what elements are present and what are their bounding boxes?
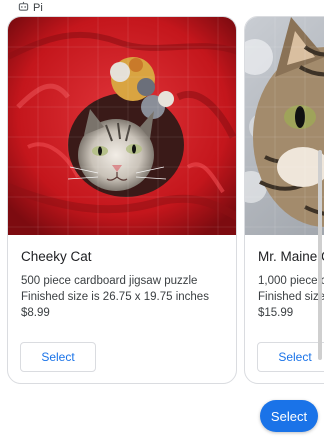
product-card-cheeky-cat[interactable]: Cheeky Cat 500 piece cardboard jigsaw pu… xyxy=(7,16,237,384)
product-description: 500 piece cardboard jigsaw puzzle xyxy=(21,275,198,287)
robot-icon xyxy=(18,1,29,15)
product-size: Finished size is 26.75 x 19.75 inches xyxy=(258,291,324,303)
bot-label: Pi xyxy=(33,2,43,14)
vertical-scrollbar[interactable] xyxy=(318,150,322,360)
product-title: Mr. Maine Coon xyxy=(258,249,324,264)
product-price: $8.99 xyxy=(21,307,50,319)
maine-coon-image xyxy=(245,17,324,235)
bot-header: Pi xyxy=(18,1,43,15)
product-price: $15.99 xyxy=(258,307,294,319)
primary-select-button[interactable]: Select xyxy=(260,400,318,432)
product-description: 1,000 piece cardboard jigsaw puzzle xyxy=(258,275,324,287)
cheeky-cat-image xyxy=(8,17,236,235)
select-mr-maine-coon-button[interactable]: Select xyxy=(257,342,324,372)
puzzle-selection-screen: Pi Cheeky Cat 500 piece cardboard jigsaw… xyxy=(0,0,324,438)
select-cheeky-cat-button[interactable]: Select xyxy=(20,342,96,372)
product-carousel[interactable]: Cheeky Cat 500 piece cardboard jigsaw pu… xyxy=(0,16,324,388)
product-title: Cheeky Cat xyxy=(21,249,92,264)
product-card-mr-maine-coon[interactable]: Mr. Maine Coon 1,000 piece cardboard jig… xyxy=(244,16,324,384)
product-size: Finished size is 26.75 x 19.75 inches xyxy=(21,291,209,303)
